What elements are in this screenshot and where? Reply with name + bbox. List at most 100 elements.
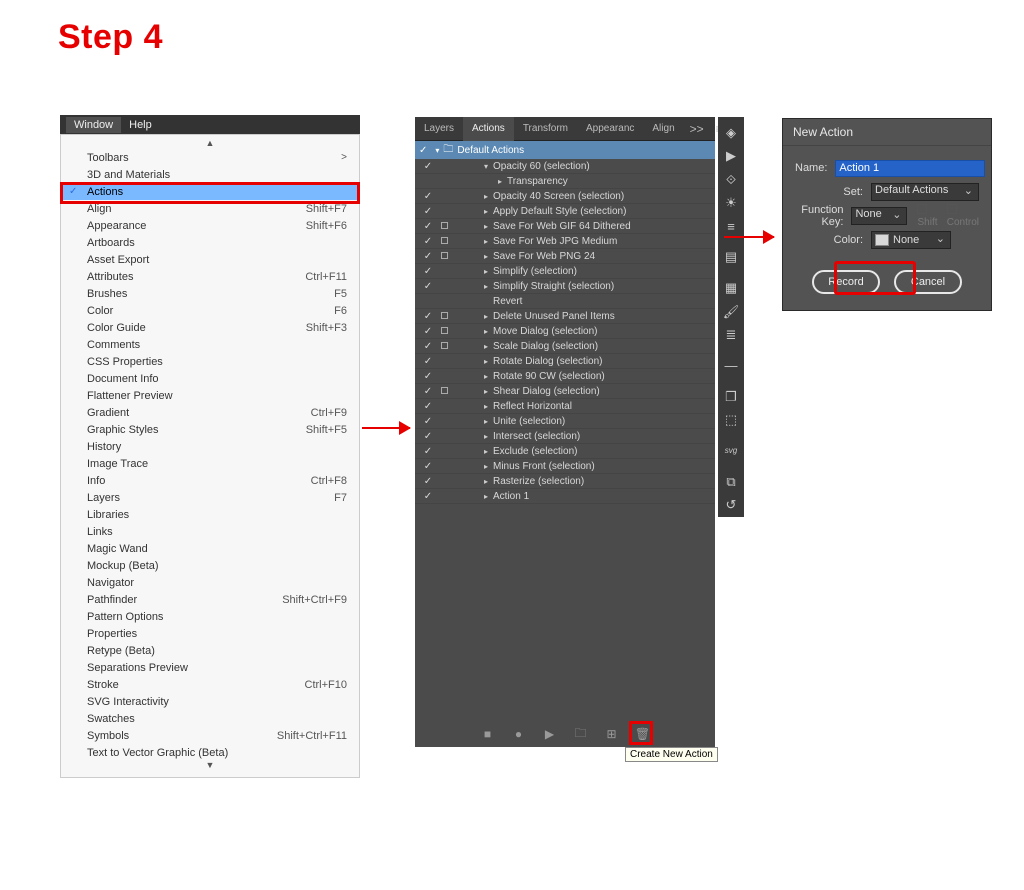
menu-item-svg-interactivity[interactable]: SVG Interactivity	[61, 693, 359, 710]
action-row[interactable]: ✓▸Simplify (selection)	[415, 264, 715, 279]
disclosure-icon[interactable]: ▸	[481, 207, 491, 216]
action-row[interactable]: ✓▸Minus Front (selection)	[415, 459, 715, 474]
action-row[interactable]: ✓▸Shear Dialog (selection)	[415, 384, 715, 399]
menu-item-align[interactable]: AlignShift+F7	[61, 200, 359, 217]
disclosure-icon[interactable]: ▸	[481, 372, 491, 381]
toggle-check[interactable]: ✓	[419, 311, 437, 322]
toggle-check[interactable]: ✓	[419, 236, 437, 247]
asset-icon[interactable]: ⬚	[718, 408, 744, 432]
disclosure-icon[interactable]: ▸	[481, 417, 491, 426]
menu-item-layers[interactable]: LayersF7	[61, 489, 359, 506]
disclosure-icon[interactable]: ▸	[481, 387, 491, 396]
action-row[interactable]: ✓▸Move Dialog (selection)	[415, 324, 715, 339]
record-button[interactable]: Record	[812, 270, 880, 294]
symbols-icon[interactable]: ≣	[718, 323, 744, 347]
action-row[interactable]: ▸Transparency	[415, 174, 715, 189]
check-icon[interactable]: ✓	[419, 145, 427, 156]
toggle-check[interactable]: ✓	[419, 206, 437, 217]
cancel-button[interactable]: Cancel	[894, 270, 962, 294]
disclosure-icon[interactable]: ▸	[481, 222, 491, 231]
tab-appearanc[interactable]: Appearanc	[577, 117, 643, 141]
menu-item-color[interactable]: ColorF6	[61, 302, 359, 319]
toggle-check[interactable]: ✓	[419, 266, 437, 277]
action-row[interactable]: ✓▸Unite (selection)	[415, 414, 715, 429]
toggle-check[interactable]: ✓	[419, 401, 437, 412]
disclosure-icon[interactable]: ▸	[481, 327, 491, 336]
trash-icon[interactable]: 🗑	[635, 727, 650, 742]
disclosure-icon[interactable]: ▸	[481, 402, 491, 411]
action-row[interactable]: ✓▸Simplify Straight (selection)	[415, 279, 715, 294]
menu-item-history[interactable]: History	[61, 438, 359, 455]
history-icon[interactable]: ↺	[718, 493, 744, 517]
stop-icon[interactable]: ■	[480, 727, 495, 742]
menu-window[interactable]: Window	[66, 117, 121, 133]
toggle-check[interactable]: ✓	[419, 461, 437, 472]
action-row[interactable]: ✓▸Reflect Horizontal	[415, 399, 715, 414]
action-row[interactable]: ✓▸Rotate 90 CW (selection)	[415, 369, 715, 384]
disclosure-icon[interactable]: ▸	[481, 432, 491, 441]
menu-item-info[interactable]: InfoCtrl+F8	[61, 472, 359, 489]
record-icon[interactable]: ●	[511, 727, 526, 742]
menu-item-symbols[interactable]: SymbolsShift+Ctrl+F11	[61, 727, 359, 744]
toggle-check[interactable]: ✓	[419, 281, 437, 292]
toggle-check[interactable]: ✓	[419, 356, 437, 367]
disclosure-icon[interactable]: ▸	[481, 462, 491, 471]
stroke-icon[interactable]: —	[718, 354, 744, 378]
layers-icon[interactable]: ◈	[718, 121, 744, 145]
action-row[interactable]: ✓▾Opacity 60 (selection)	[415, 159, 715, 174]
dialog-toggle[interactable]	[437, 251, 451, 262]
action-row[interactable]: ✓▸Save For Web PNG 24	[415, 249, 715, 264]
menu-item-css-properties[interactable]: CSS Properties	[61, 353, 359, 370]
menu-item-comments[interactable]: Comments	[61, 336, 359, 353]
menu-item-3d-and-materials[interactable]: 3D and Materials	[61, 166, 359, 183]
disclosure-icon[interactable]: ▸	[481, 252, 491, 261]
set-select[interactable]: Default Actions	[871, 183, 979, 201]
toggle-check[interactable]: ✓	[419, 386, 437, 397]
menu-scroll-up[interactable]: ▲	[61, 139, 359, 149]
menu-item-magic-wand[interactable]: Magic Wand	[61, 540, 359, 557]
action-row[interactable]: ✓▸Save For Web JPG Medium	[415, 234, 715, 249]
menu-item-artboards[interactable]: Artboards	[61, 234, 359, 251]
actions-set-header[interactable]: ✓ ▾ 🗀 Default Actions	[415, 141, 715, 159]
toggle-check[interactable]: ✓	[419, 476, 437, 487]
toggle-check[interactable]: ✓	[419, 416, 437, 427]
disclosure-icon[interactable]: ▸	[481, 342, 491, 351]
menu-item-separations-preview[interactable]: Separations Preview	[61, 659, 359, 676]
disclosure-icon[interactable]: ▸	[481, 312, 491, 321]
libraries-icon[interactable]: ⧉	[718, 470, 744, 494]
toggle-check[interactable]: ✓	[419, 326, 437, 337]
brushes-icon[interactable]: 🖌	[718, 300, 744, 324]
menu-item-swatches[interactable]: Swatches	[61, 710, 359, 727]
action-row[interactable]: ✓▸Rotate Dialog (selection)	[415, 354, 715, 369]
menu-item-toolbars[interactable]: Toolbars>	[61, 149, 359, 166]
play-icon[interactable]: ▶	[718, 145, 744, 169]
disclosure-icon[interactable]: ▸	[481, 267, 491, 276]
action-row[interactable]: ✓▸Intersect (selection)	[415, 429, 715, 444]
disclosure-icon[interactable]: ▸	[481, 357, 491, 366]
tab-transform[interactable]: Transform	[514, 117, 577, 141]
function-key-select[interactable]: None	[851, 207, 907, 225]
toggle-check[interactable]: ✓	[419, 251, 437, 262]
menu-item-pathfinder[interactable]: PathfinderShift+Ctrl+F9	[61, 591, 359, 608]
menu-scroll-down[interactable]: ▼	[61, 761, 359, 771]
menu-item-attributes[interactable]: AttributesCtrl+F11	[61, 268, 359, 285]
swatches-icon[interactable]: ▦	[718, 276, 744, 300]
dialog-toggle[interactable]	[437, 326, 451, 337]
align-icon[interactable]: ≡	[718, 215, 744, 239]
disclosure-icon[interactable]: ▸	[481, 237, 491, 246]
transform-icon[interactable]: ⟐	[718, 168, 744, 192]
toggle-check[interactable]: ✓	[419, 341, 437, 352]
action-row[interactable]: ✓▸Action 1	[415, 489, 715, 504]
action-row[interactable]: ✓▸Opacity 40 Screen (selection)	[415, 189, 715, 204]
menu-item-retype-beta-[interactable]: Retype (Beta)	[61, 642, 359, 659]
menu-item-brushes[interactable]: BrushesF5	[61, 285, 359, 302]
gradient-icon[interactable]: ▤	[718, 246, 744, 270]
menu-item-asset-export[interactable]: Asset Export	[61, 251, 359, 268]
menu-help[interactable]: Help	[121, 117, 160, 133]
new-icon[interactable]: ⊞	[604, 727, 619, 742]
toggle-check[interactable]: ✓	[419, 371, 437, 382]
menu-item-navigator[interactable]: Navigator	[61, 574, 359, 591]
disclosure-icon[interactable]: ▸	[481, 192, 491, 201]
menu-item-flattener-preview[interactable]: Flattener Preview	[61, 387, 359, 404]
action-row[interactable]: ✓▸Exclude (selection)	[415, 444, 715, 459]
